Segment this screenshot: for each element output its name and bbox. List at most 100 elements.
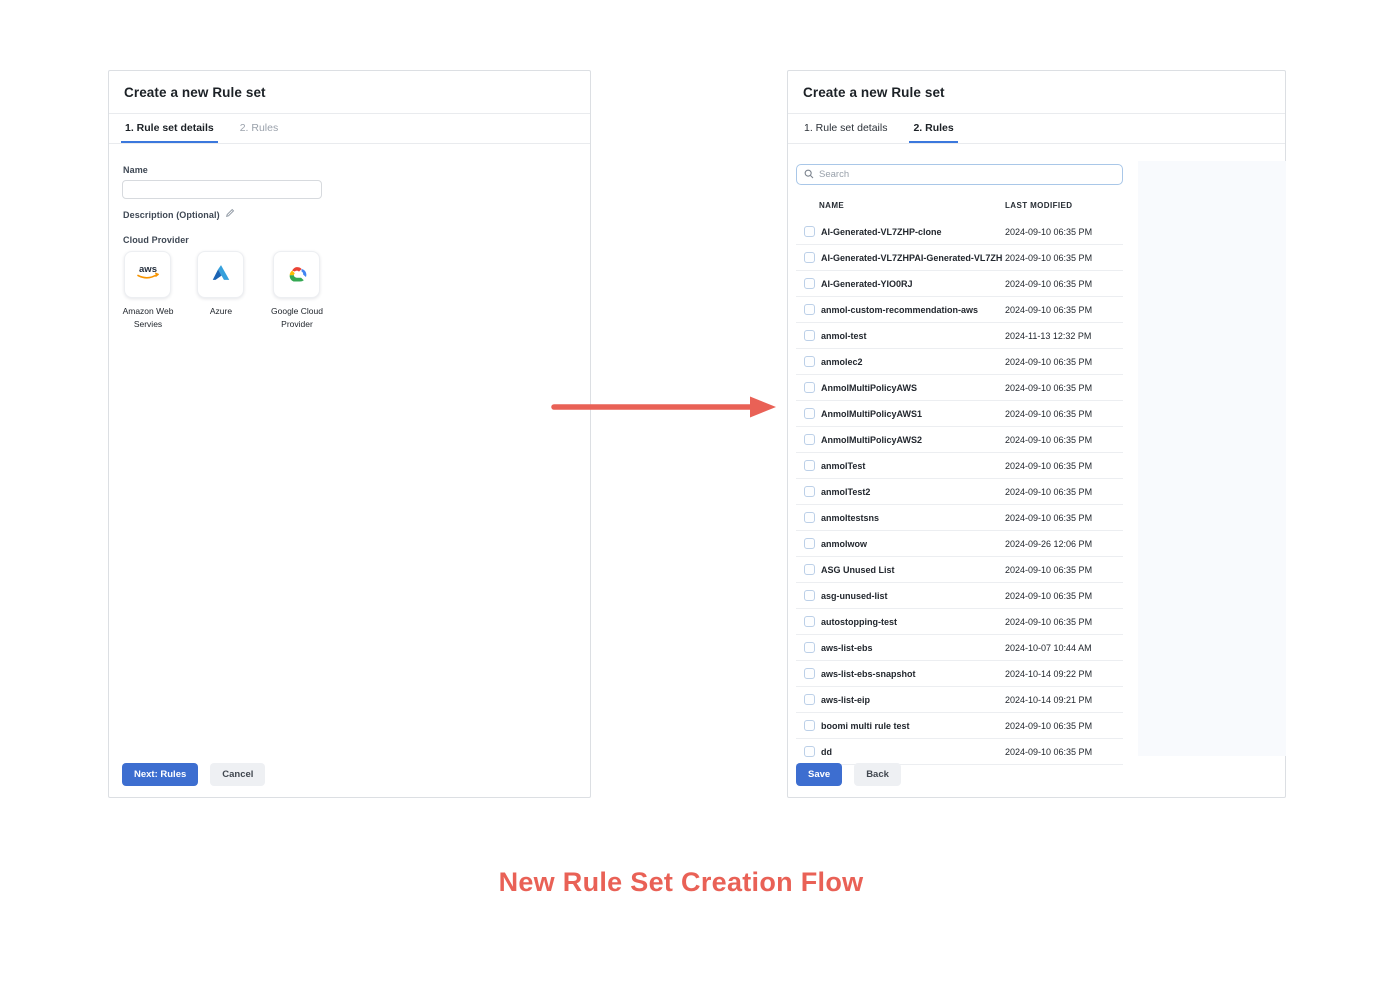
dialog-tabs: 1. Rule set details 2. Rules — [788, 114, 1285, 144]
rule-last-modified: 2024-09-26 12:06 PM — [1005, 539, 1092, 549]
rule-last-modified: 2024-09-10 06:35 PM — [1005, 435, 1092, 445]
rule-name: anmol-test — [821, 331, 1003, 341]
table-row[interactable]: AI-Generated-VL7ZHPAI-Generated-VL7ZHPAI… — [796, 245, 1123, 271]
rule-name: AnmolMultiPolicyAWS — [821, 383, 1003, 393]
rule-name: AnmolMultiPolicyAWS2 — [821, 435, 1003, 445]
rule-last-modified: 2024-09-10 06:35 PM — [1005, 227, 1092, 237]
column-header-last-modified: LAST MODIFIED — [1005, 201, 1072, 210]
provider-label-gcp: Google Cloud Provider — [258, 305, 336, 331]
row-checkbox[interactable] — [804, 382, 815, 393]
google-cloud-card[interactable] — [273, 251, 320, 298]
table-row[interactable]: AnmolMultiPolicyAWS 2024-09-10 06:35 PM — [796, 375, 1123, 401]
rule-last-modified: 2024-09-10 06:35 PM — [1005, 487, 1092, 497]
rule-last-modified: 2024-10-14 09:21 PM — [1005, 695, 1092, 705]
tab-rules[interactable]: 2. Rules — [909, 114, 957, 143]
row-checkbox[interactable] — [804, 486, 815, 497]
table-row[interactable]: anmolec2 2024-09-10 06:35 PM — [796, 349, 1123, 375]
table-row[interactable]: anmolTest2 2024-09-10 06:35 PM — [796, 479, 1123, 505]
rule-last-modified: 2024-09-10 06:35 PM — [1005, 279, 1092, 289]
dialog-title: Create a new Rule set — [109, 71, 590, 114]
rule-set-details-dialog: Create a new Rule set 1. Rule set detail… — [108, 70, 591, 798]
rule-name: anmolec2 — [821, 357, 1003, 367]
edit-pencil-icon[interactable] — [225, 208, 235, 221]
rule-table: AI-Generated-VL7ZHP-clone 2024-09-10 06:… — [796, 219, 1123, 765]
rule-name: anmolTest — [821, 461, 1003, 471]
table-row[interactable]: boomi multi rule test 2024-09-10 06:35 P… — [796, 713, 1123, 739]
save-button[interactable]: Save — [796, 763, 842, 786]
row-checkbox[interactable] — [804, 512, 815, 523]
search-icon — [804, 166, 814, 184]
rule-name: anmol-custom-recommendation-aws — [821, 305, 1003, 315]
back-button[interactable]: Back — [854, 763, 901, 786]
rule-name: asg-unused-list — [821, 591, 1003, 601]
cloud-provider-label: Cloud Provider — [123, 235, 189, 245]
table-row[interactable]: dd 2024-09-10 06:35 PM — [796, 739, 1123, 765]
google-cloud-icon — [284, 262, 310, 288]
table-row[interactable]: AI-Generated-YIO0RJ 2024-09-10 06:35 PM — [796, 271, 1123, 297]
table-row[interactable]: anmoltestsns 2024-09-10 06:35 PM — [796, 505, 1123, 531]
search-box — [796, 164, 1123, 185]
selection-side-pane — [1138, 161, 1286, 756]
row-checkbox[interactable] — [804, 408, 815, 419]
row-checkbox[interactable] — [804, 668, 815, 679]
azure-icon — [210, 263, 232, 287]
rule-last-modified: 2024-09-10 06:35 PM — [1005, 357, 1092, 367]
row-checkbox[interactable] — [804, 304, 815, 315]
table-row[interactable]: aws-list-eip 2024-10-14 09:21 PM — [796, 687, 1123, 713]
table-row[interactable]: ASG Unused List 2024-09-10 06:35 PM — [796, 557, 1123, 583]
column-header-name: NAME — [819, 201, 844, 210]
row-checkbox[interactable] — [804, 330, 815, 341]
next-rules-button[interactable]: Next: Rules — [122, 763, 198, 786]
cancel-button[interactable]: Cancel — [210, 763, 265, 786]
row-checkbox[interactable] — [804, 564, 815, 575]
table-row[interactable]: aws-list-ebs-snapshot 2024-10-14 09:22 P… — [796, 661, 1123, 687]
tab-rules[interactable]: 2. Rules — [236, 114, 283, 143]
rule-name: aws-list-eip — [821, 695, 1003, 705]
row-checkbox[interactable] — [804, 226, 815, 237]
provider-option-azure: Azure — [197, 251, 245, 318]
table-row[interactable]: AnmolMultiPolicyAWS2 2024-09-10 06:35 PM — [796, 427, 1123, 453]
table-row[interactable]: asg-unused-list 2024-09-10 06:35 PM — [796, 583, 1123, 609]
rule-name: AI-Generated-VL7ZHPAI-Generated-VL7ZHPAI… — [821, 253, 1003, 263]
table-row[interactable]: AI-Generated-VL7ZHP-clone 2024-09-10 06:… — [796, 219, 1123, 245]
rule-last-modified: 2024-09-10 06:35 PM — [1005, 513, 1092, 523]
tab-rule-set-details[interactable]: 1. Rule set details — [121, 114, 218, 143]
rule-name: AI-Generated-VL7ZHP-clone — [821, 227, 1003, 237]
rule-last-modified: 2024-09-10 06:35 PM — [1005, 383, 1092, 393]
row-checkbox[interactable] — [804, 590, 815, 601]
row-checkbox[interactable] — [804, 434, 815, 445]
rule-name: AnmolMultiPolicyAWS1 — [821, 409, 1003, 419]
rule-name: AI-Generated-YIO0RJ — [821, 279, 1003, 289]
name-input[interactable] — [122, 180, 322, 199]
row-checkbox[interactable] — [804, 278, 815, 289]
row-checkbox[interactable] — [804, 720, 815, 731]
flow-caption: New Rule Set Creation Flow — [499, 867, 864, 898]
flow-arrow-icon — [545, 393, 780, 421]
table-row[interactable]: aws-list-ebs 2024-10-07 10:44 AM — [796, 635, 1123, 661]
table-row[interactable]: anmol-custom-recommendation-aws 2024-09-… — [796, 297, 1123, 323]
rule-last-modified: 2024-10-07 10:44 AM — [1005, 643, 1092, 653]
rule-name: aws-list-ebs — [821, 643, 1003, 653]
table-row[interactable]: anmolwow 2024-09-26 12:06 PM — [796, 531, 1123, 557]
description-label: Description (Optional) — [123, 210, 220, 220]
row-checkbox[interactable] — [804, 538, 815, 549]
table-row[interactable]: AnmolMultiPolicyAWS1 2024-09-10 06:35 PM — [796, 401, 1123, 427]
row-checkbox[interactable] — [804, 460, 815, 471]
table-row[interactable]: autostopping-test 2024-09-10 06:35 PM — [796, 609, 1123, 635]
row-checkbox[interactable] — [804, 252, 815, 263]
aws-card[interactable]: aws — [124, 251, 171, 298]
row-checkbox[interactable] — [804, 746, 815, 757]
row-checkbox[interactable] — [804, 616, 815, 627]
row-checkbox[interactable] — [804, 356, 815, 367]
row-checkbox[interactable] — [804, 694, 815, 705]
tab-rule-set-details[interactable]: 1. Rule set details — [800, 114, 891, 143]
table-row[interactable]: anmol-test 2024-11-13 12:32 PM — [796, 323, 1123, 349]
azure-card[interactable] — [197, 251, 244, 298]
rule-name: boomi multi rule test — [821, 721, 1003, 731]
rule-last-modified: 2024-09-10 06:35 PM — [1005, 461, 1092, 471]
table-row[interactable]: anmolTest 2024-09-10 06:35 PM — [796, 453, 1123, 479]
provider-label-aws: Amazon Web Servies — [109, 305, 187, 331]
row-checkbox[interactable] — [804, 642, 815, 653]
search-input[interactable] — [819, 169, 1115, 180]
rule-set-flow-diagram: Create a new Rule set 1. Rule set detail… — [0, 0, 1394, 984]
